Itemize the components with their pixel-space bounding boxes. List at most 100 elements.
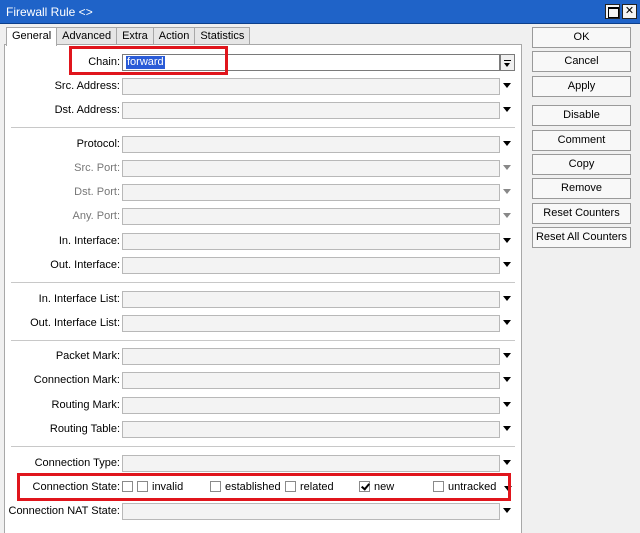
tab-advanced[interactable]: Advanced — [56, 27, 118, 45]
dst-address-input[interactable] — [122, 102, 500, 119]
maximize-icon[interactable] — [605, 4, 620, 19]
out-interface-list-input[interactable] — [122, 315, 500, 332]
tab-statistics[interactable]: Statistics — [194, 27, 251, 45]
any-port-row: Any. Port: — [5, 207, 523, 227]
out-interface-row: Out. Interface: — [5, 256, 523, 276]
packet-mark-dropdown-icon[interactable] — [503, 353, 511, 358]
new-checkbox[interactable] — [359, 481, 370, 492]
connection-mark-label: Connection Mark: — [33, 374, 120, 386]
routing-mark-input[interactable] — [122, 397, 500, 414]
src-port-dropdown-icon — [503, 165, 511, 170]
connection-mark-row: Connection Mark: — [5, 371, 523, 391]
routing-table-label: Routing Table: — [49, 423, 120, 435]
chain-value: forward — [126, 56, 165, 69]
connection-state-label: Connection State: — [32, 481, 120, 493]
apply-button[interactable]: Apply — [532, 76, 631, 97]
dst-address-row: Dst. Address: — [5, 101, 523, 121]
protocol-input[interactable] — [122, 136, 500, 153]
related-checkbox[interactable] — [285, 481, 296, 492]
window-title: Firewall Rule <> — [6, 5, 93, 19]
routing-mark-label: Routing Mark: — [51, 399, 120, 411]
src-address-input[interactable] — [122, 78, 500, 95]
untracked-checkbox[interactable] — [433, 481, 444, 492]
src-port-row: Src. Port: — [5, 159, 523, 179]
dst-port-label: Dst. Port: — [74, 186, 120, 198]
in-interface-input[interactable] — [122, 233, 500, 250]
connection-type-label: Connection Type: — [34, 457, 120, 469]
out-interface-list-label: Out. Interface List: — [30, 317, 120, 329]
related-label: related — [300, 481, 334, 493]
new-label: new — [374, 481, 395, 493]
protocol-row: Protocol: — [5, 135, 523, 155]
dst-port-row: Dst. Port: — [5, 183, 523, 203]
chain-input[interactable]: forward — [122, 54, 500, 71]
src-address-label: Src. Address: — [54, 80, 120, 92]
chain-label: Chain: — [88, 56, 120, 68]
copy-button[interactable]: Copy — [532, 154, 631, 175]
general-panel: Chain: forward Src. Address: Dst. Addres… — [4, 44, 522, 533]
dst-port-dropdown-icon — [503, 189, 511, 194]
any-port-dropdown-icon — [503, 213, 511, 218]
in-interface-list-dropdown-icon[interactable] — [503, 296, 511, 301]
in-interface-row: In. Interface: — [5, 232, 523, 252]
tab-extra[interactable]: Extra — [116, 27, 154, 45]
out-interface-list-row: Out. Interface List: — [5, 314, 523, 334]
tab-bar: General Advanced Extra Action Statistics — [6, 27, 251, 46]
src-address-row: Src. Address: — [5, 77, 523, 97]
src-port-input — [122, 160, 500, 177]
src-address-dropdown-icon[interactable] — [503, 83, 511, 88]
protocol-label: Protocol: — [76, 138, 120, 150]
any-port-label: Any. Port: — [72, 210, 120, 222]
packet-mark-row: Packet Mark: — [5, 347, 523, 367]
invalid-checkbox[interactable] — [137, 481, 148, 492]
connection-nat-state-label: Connection NAT State: — [8, 505, 121, 517]
connection-type-row: Connection Type: — [5, 454, 523, 474]
cancel-button[interactable]: Cancel — [532, 51, 631, 72]
divider — [11, 127, 515, 128]
chain-dropdown-icon[interactable] — [500, 54, 515, 71]
packet-mark-input[interactable] — [122, 348, 500, 365]
tab-general[interactable]: General — [6, 27, 58, 46]
connection-type-dropdown-icon[interactable] — [503, 460, 511, 465]
routing-table-dropdown-icon[interactable] — [503, 426, 511, 431]
connection-state-row: Connection State: invalid established re… — [5, 478, 523, 498]
reset-counters-button[interactable]: Reset Counters — [532, 203, 631, 224]
out-interface-dropdown-icon[interactable] — [503, 262, 511, 267]
dst-port-input — [122, 184, 500, 201]
comment-button[interactable]: Comment — [532, 130, 631, 151]
established-checkbox[interactable] — [210, 481, 221, 492]
connection-state-negate-checkbox[interactable] — [122, 481, 133, 492]
title-bar: Firewall Rule <> ✕ — [0, 0, 640, 24]
in-interface-list-label: In. Interface List: — [38, 293, 120, 305]
remove-button[interactable]: Remove — [532, 178, 631, 199]
out-interface-input[interactable] — [122, 257, 500, 274]
close-icon[interactable]: ✕ — [622, 4, 637, 19]
connection-nat-state-dropdown-icon[interactable] — [503, 508, 511, 513]
routing-table-input[interactable] — [122, 421, 500, 438]
ok-button[interactable]: OK — [532, 27, 631, 48]
established-label: established — [225, 481, 281, 493]
packet-mark-label: Packet Mark: — [55, 350, 120, 362]
any-port-input — [122, 208, 500, 225]
connection-mark-input[interactable] — [122, 372, 500, 389]
tab-action[interactable]: Action — [152, 27, 196, 45]
in-interface-label: In. Interface: — [58, 235, 120, 247]
connection-type-input[interactable] — [122, 455, 500, 472]
out-interface-list-dropdown-icon[interactable] — [503, 320, 511, 325]
disable-button[interactable]: Disable — [532, 105, 631, 126]
in-interface-list-row: In. Interface List: — [5, 290, 523, 310]
in-interface-list-input[interactable] — [122, 291, 500, 308]
routing-mark-dropdown-icon[interactable] — [503, 402, 511, 407]
connection-nat-state-row: Connection NAT State: — [5, 502, 523, 522]
reset-all-counters-button[interactable]: Reset All Counters — [532, 227, 631, 248]
out-interface-label: Out. Interface: — [50, 259, 120, 271]
dst-address-dropdown-icon[interactable] — [503, 107, 511, 112]
dst-address-label: Dst. Address: — [54, 104, 120, 116]
protocol-dropdown-icon[interactable] — [503, 141, 511, 146]
in-interface-dropdown-icon[interactable] — [503, 238, 511, 243]
connection-nat-state-input[interactable] — [122, 503, 500, 520]
connection-mark-dropdown-icon[interactable] — [503, 377, 511, 382]
chain-row: Chain: forward — [5, 53, 523, 73]
connection-state-dropdown-icon[interactable] — [504, 486, 512, 491]
divider — [11, 340, 515, 341]
